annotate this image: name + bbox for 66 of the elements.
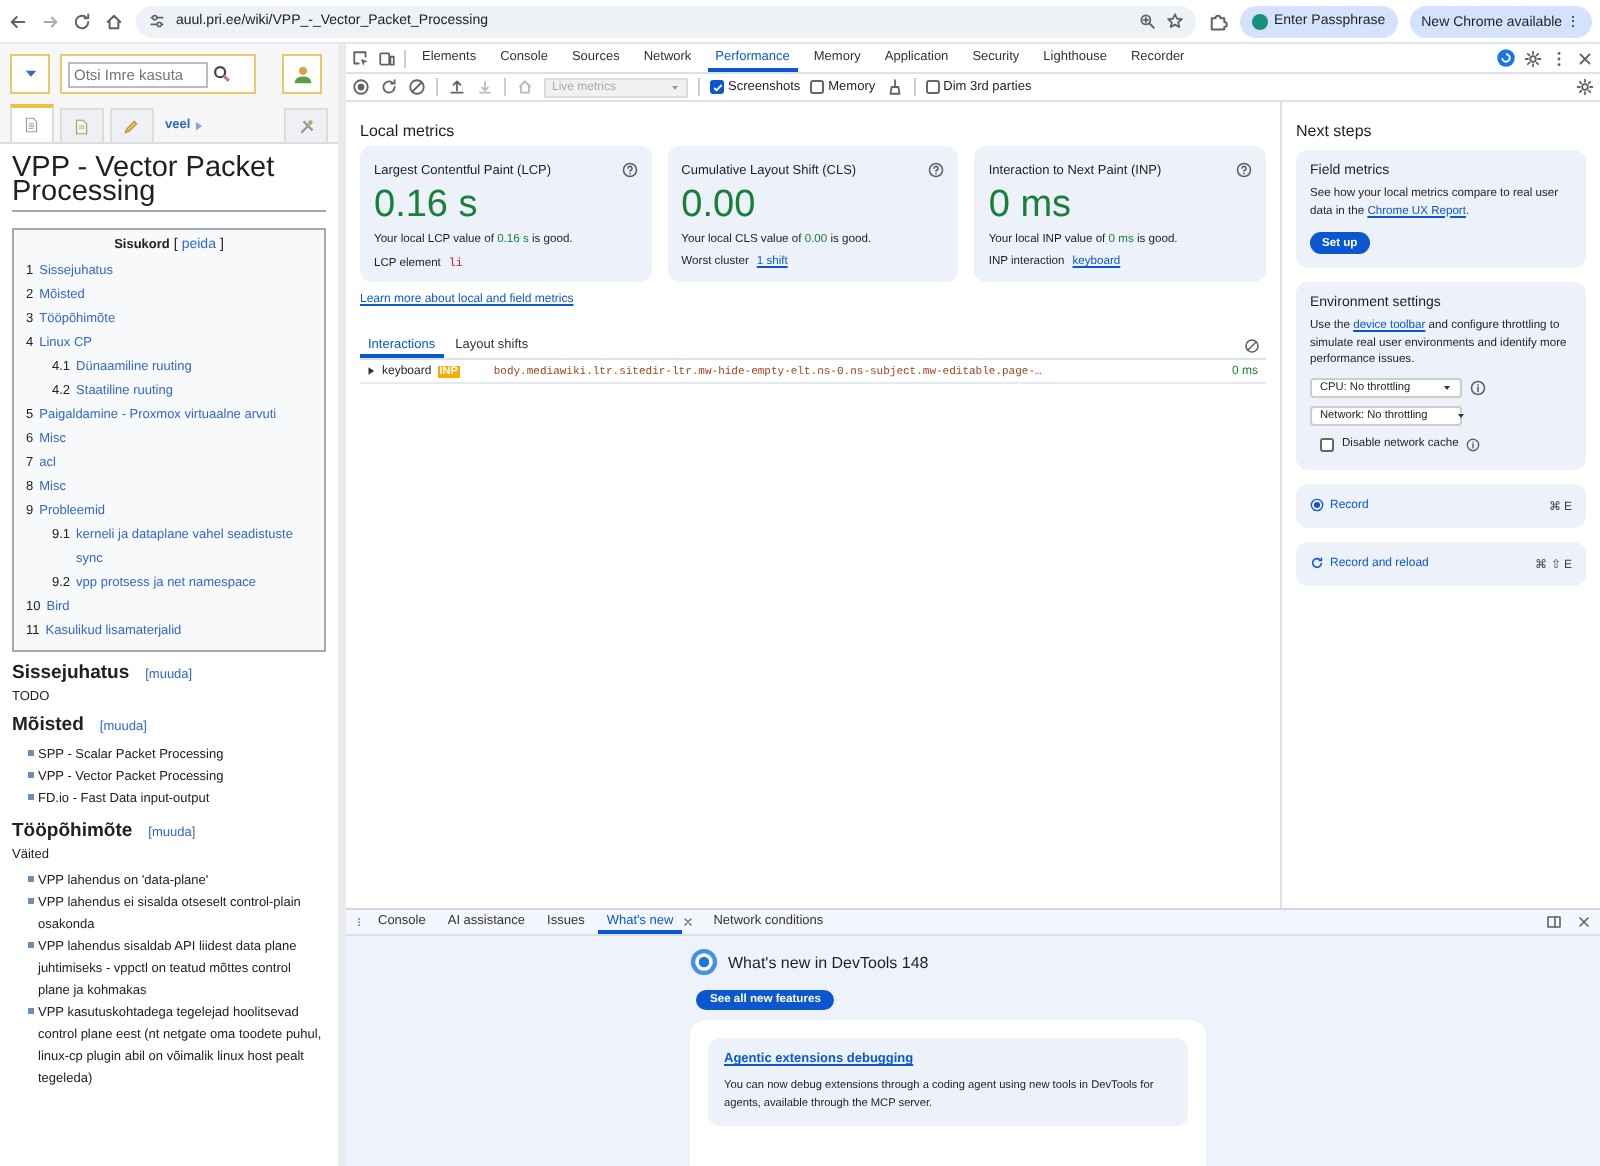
bullet-icon [28, 750, 34, 756]
search-icon[interactable] [212, 64, 232, 84]
reload-icon [1310, 556, 1324, 570]
metric-value: 0 ms [988, 186, 1074, 224]
checkbox[interactable] [1320, 437, 1334, 451]
home-icon[interactable] [104, 11, 124, 31]
caret-icon [670, 83, 680, 91]
caret-icon [1442, 383, 1452, 391]
site-settings-icon[interactable] [148, 12, 166, 30]
device-toolbar-icon[interactable] [378, 49, 396, 67]
upload-icon[interactable] [448, 78, 466, 96]
clear-icon[interactable] [408, 78, 426, 96]
broom-icon[interactable] [885, 78, 904, 96]
close-icon[interactable] [1576, 49, 1594, 67]
caret-icon [194, 119, 205, 131]
zoom-icon[interactable] [1137, 12, 1156, 30]
bullet-icon [28, 772, 34, 778]
section-heading: Mõisted [12, 714, 84, 736]
caret-icon [1455, 411, 1466, 419]
profile-avatar [1251, 13, 1268, 29]
reload-icon[interactable] [72, 11, 92, 31]
inspect-icon[interactable] [352, 49, 370, 67]
metric-value: 0.00 [681, 186, 758, 224]
page-icon [22, 116, 41, 134]
extensions-puzzle-icon[interactable] [1207, 11, 1228, 31]
help-icon[interactable] [928, 162, 945, 178]
bullet-icon [28, 898, 34, 904]
record-icon [1310, 498, 1324, 512]
checkbox[interactable] [810, 80, 825, 94]
whats-new-title: What's new in DevTools 148 [728, 953, 929, 971]
user-icon [291, 63, 313, 85]
metric-value: 0.16 s [374, 186, 480, 224]
section-heading: Sissejuhatus [12, 662, 130, 684]
tools-icon [297, 117, 316, 135]
record-icon[interactable] [352, 78, 370, 96]
close-icon[interactable] [681, 916, 694, 928]
pencil-icon [122, 117, 141, 135]
section-heading: Tööpõhimõte [12, 820, 133, 842]
caret-icon [21, 67, 39, 81]
bullet-icon [28, 794, 34, 800]
devtools-logo-icon [690, 948, 718, 976]
settings-icon[interactable] [1524, 49, 1542, 67]
settings-icon[interactable] [1576, 78, 1594, 96]
bullet-icon [28, 942, 34, 948]
checkbox[interactable] [925, 80, 940, 94]
help-icon[interactable] [1236, 162, 1253, 178]
info-icon[interactable] [1470, 379, 1486, 395]
bullet-icon [28, 1008, 34, 1014]
page-icon [72, 117, 91, 135]
bookmark-star-icon[interactable] [1165, 12, 1184, 30]
expand-icon[interactable] [366, 366, 376, 376]
bullet-icon [28, 876, 34, 882]
reload-icon[interactable] [380, 78, 398, 96]
dock-icon[interactable] [1546, 914, 1562, 930]
checkbox[interactable] [710, 80, 724, 94]
back-icon[interactable] [8, 11, 28, 31]
check-icon [711, 81, 723, 93]
help-icon[interactable] [621, 162, 638, 178]
clear-icon[interactable] [1244, 338, 1260, 354]
user-button[interactable] [282, 54, 322, 94]
section-title: Next steps [1296, 122, 1374, 140]
ai-assistant-icon[interactable] [1496, 48, 1516, 68]
close-icon[interactable] [1576, 914, 1592, 930]
info-icon[interactable] [1466, 437, 1481, 451]
section-title: Local metrics [360, 122, 457, 140]
page-title: VPP - Vector Packet Processing [12, 156, 326, 212]
